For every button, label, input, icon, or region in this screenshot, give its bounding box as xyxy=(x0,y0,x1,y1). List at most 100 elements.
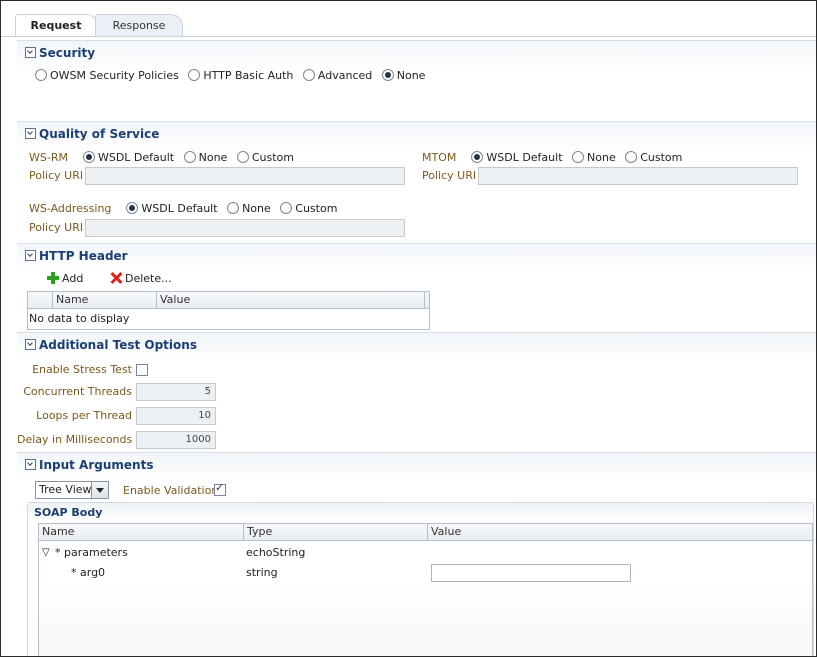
mtom-radio-custom[interactable] xyxy=(625,151,638,163)
radio-none[interactable] xyxy=(381,69,394,81)
column-value[interactable]: Value xyxy=(157,292,425,308)
chevron-down-icon[interactable] xyxy=(25,250,36,261)
validation-checkbox[interactable] xyxy=(214,481,226,496)
mtom-policy-label: Policy URI xyxy=(422,169,477,182)
column-name[interactable]: Name xyxy=(39,524,244,540)
triangle-down-icon[interactable]: ▽ xyxy=(42,547,50,558)
ws-rm-policy-uri-input[interactable] xyxy=(85,167,405,185)
view-select[interactable]: Tree View xyxy=(35,481,109,499)
ws-rm-policy-label: Policy URI xyxy=(29,169,84,182)
mtom-custom-label: Custom xyxy=(640,151,683,164)
view-select-value: Tree View xyxy=(39,483,92,496)
ws-addressing-label: WS-Addressing xyxy=(29,202,112,215)
chevron-down-icon[interactable] xyxy=(25,339,36,350)
main-frame: Request Response Security OWSM Security … xyxy=(0,0,817,657)
red-x-icon xyxy=(110,272,122,284)
ws-addressing-wsdl-default-label: WSDL Default xyxy=(141,202,218,215)
security-header[interactable]: Security xyxy=(25,45,95,61)
ws-rm-none-label: None xyxy=(198,151,228,164)
security-section: Security OWSM Security Policies HTTP Bas… xyxy=(17,40,816,121)
mtom-policy-uri-input[interactable] xyxy=(478,167,798,185)
chevron-down-icon[interactable] xyxy=(25,459,36,470)
tab-divider xyxy=(1,36,816,37)
tab-response[interactable]: Response xyxy=(95,14,183,37)
mtom-radio-wsdl-default[interactable] xyxy=(471,151,484,163)
column-name[interactable]: Name xyxy=(53,292,157,308)
input-args-header[interactable]: Input Arguments xyxy=(25,457,153,473)
ws-rm-label: WS-RM xyxy=(29,151,68,164)
add-button-label: Add xyxy=(62,272,84,285)
security-radio-group: OWSM Security Policies HTTP Basic Auth A… xyxy=(35,68,431,84)
test-options-header[interactable]: Additional Test Options xyxy=(25,337,197,353)
ws-rm-custom-label: Custom xyxy=(251,151,294,164)
row-name-parameters: * parameters xyxy=(55,546,128,559)
delete-button[interactable]: Delete... xyxy=(110,271,172,287)
empty-table-message: No data to display xyxy=(29,312,130,325)
loops-input[interactable]: 10 xyxy=(136,407,216,425)
tab-request[interactable]: Request xyxy=(15,14,97,37)
table-row[interactable]: ▽ * parameters echoString xyxy=(39,545,809,563)
security-title: Security xyxy=(39,46,96,60)
input-args-section: Input Arguments Tree View Enable Validat… xyxy=(17,452,816,656)
ws-addressing-radio-custom[interactable] xyxy=(280,202,293,214)
test-options-section: Additional Test Options Enable Stress Te… xyxy=(17,332,816,451)
delete-button-label: Delete... xyxy=(125,272,172,285)
loops-label: Loops per Thread xyxy=(36,409,132,422)
input-args-title: Input Arguments xyxy=(39,458,154,472)
column-select[interactable] xyxy=(28,292,53,308)
mtom-label: MTOM xyxy=(422,151,457,164)
radio-advanced-label: Advanced xyxy=(317,69,373,82)
row-type-parameters: echoString xyxy=(246,546,306,559)
qos-title: Quality of Service xyxy=(39,127,160,141)
ws-rm-radio-none[interactable] xyxy=(183,151,196,163)
qos-section: Quality of Service WS-RM WSDL Default No… xyxy=(17,121,816,243)
mtom-none-label: None xyxy=(587,151,616,164)
row-name-arg0: * arg0 xyxy=(71,566,106,579)
ws-addressing-radio-wsdl-default[interactable] xyxy=(126,202,139,214)
table-row[interactable]: * arg0 string xyxy=(39,564,809,584)
stress-test-checkbox[interactable] xyxy=(136,364,148,376)
http-header-header[interactable]: HTTP Header xyxy=(25,248,128,264)
delay-label: Delay in Milliseconds xyxy=(17,433,133,446)
http-header-section: HTTP Header Add Delete... Name Value No … xyxy=(17,243,816,332)
soap-body-panel: SOAP Body Name Type Value ▽ * parameters… xyxy=(27,502,814,656)
soap-body-title: SOAP Body xyxy=(34,506,103,519)
add-button[interactable]: Add xyxy=(47,271,83,287)
threads-input[interactable]: 5 xyxy=(136,383,216,401)
ws-rm-radio-wsdl-default[interactable] xyxy=(82,151,95,163)
soap-body-table-header: Name Type Value xyxy=(39,524,812,541)
ws-addressing-policy-uri-input[interactable] xyxy=(85,219,405,237)
ws-addressing-none-label: None xyxy=(242,202,271,215)
chevron-down-icon[interactable] xyxy=(91,482,108,498)
http-header-title: HTTP Header xyxy=(39,249,128,263)
http-header-table: Name Value No data to display xyxy=(27,291,430,330)
ws-addressing-row: WS-Addressing WSDL Default None Custom xyxy=(29,201,343,217)
mtom-wsdl-default-label: WSDL Default xyxy=(486,151,563,164)
radio-owsm[interactable] xyxy=(35,69,47,81)
mtom-radio-none[interactable] xyxy=(572,151,585,163)
ws-addressing-custom-label: Custom xyxy=(295,202,338,215)
ws-rm-radio-custom[interactable] xyxy=(236,151,249,163)
radio-owsm-label: OWSM Security Policies xyxy=(50,69,179,82)
radio-http-basic-auth-label: HTTP Basic Auth xyxy=(203,69,294,82)
ws-rm-row: WS-RM WSDL Default None Custom xyxy=(29,150,300,166)
chevron-down-icon[interactable] xyxy=(25,128,36,139)
threads-label: Concurrent Threads xyxy=(23,385,132,398)
chevron-down-icon[interactable] xyxy=(25,47,36,58)
column-value[interactable]: Value xyxy=(428,524,811,540)
soap-body-table: Name Type Value ▽ * parameters echoStrin… xyxy=(38,523,813,656)
arg0-value-input[interactable] xyxy=(431,564,631,582)
qos-header[interactable]: Quality of Service xyxy=(25,126,159,142)
validation-label: Enable Validation xyxy=(123,484,219,497)
radio-http-basic-auth[interactable] xyxy=(188,69,201,81)
delay-input[interactable]: 1000 xyxy=(136,431,216,449)
ws-rm-wsdl-default-label: WSDL Default xyxy=(97,151,175,164)
ws-addressing-radio-none[interactable] xyxy=(227,202,240,214)
column-type[interactable]: Type xyxy=(244,524,428,540)
http-header-table-header: Name Value xyxy=(28,292,429,309)
plus-icon xyxy=(47,272,59,284)
row-type-arg0: string xyxy=(246,566,278,579)
radio-advanced[interactable] xyxy=(302,69,315,81)
stress-test-label: Enable Stress Test xyxy=(32,363,132,376)
tab-bar: Request Response xyxy=(1,1,816,38)
